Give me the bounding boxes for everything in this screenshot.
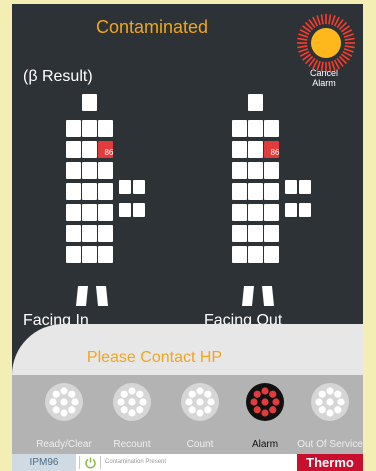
detector-cell (248, 246, 263, 263)
detector-cell (98, 162, 113, 179)
detector-cell (82, 162, 97, 179)
detector-cell (66, 246, 81, 263)
out-of-service-label: Out Of Service (297, 439, 363, 450)
contact-hp-message: Please Contact HP (86, 349, 223, 366)
detector-cell (248, 120, 263, 137)
detector-cell (82, 204, 97, 221)
detector-cell (232, 183, 247, 200)
detector-ring-icon (311, 383, 349, 421)
detector-cell (66, 162, 81, 179)
thermo-logo: Thermo (297, 454, 363, 471)
detector-cell (66, 183, 81, 200)
detector-cell (82, 225, 97, 242)
detector-cell (133, 180, 145, 194)
detector-cell (133, 203, 145, 217)
detector-cell (232, 204, 247, 221)
detector-cell (66, 204, 81, 221)
detector-cell (264, 183, 279, 200)
foot-detector-cell (242, 286, 254, 306)
detector-ring-icon (181, 383, 219, 421)
detector-cell (82, 141, 97, 158)
detector-body-map: 86 86 (66, 94, 311, 306)
status-footer: IPM96 Contamination Present Thermo (12, 454, 363, 471)
foot-detector-cell (262, 286, 274, 306)
detector-cell (98, 204, 113, 221)
detector-cell (232, 141, 247, 158)
ready-clear-label: Ready/Clear (36, 439, 92, 450)
detector-cell (299, 203, 311, 217)
detector-cell (98, 225, 113, 242)
detector-cell (232, 120, 247, 137)
detector-cell (98, 246, 113, 263)
power-icon[interactable] (84, 456, 97, 469)
detector-cell (232, 246, 247, 263)
out-of-service-button[interactable]: Out Of Service (297, 383, 363, 453)
detector-cell (82, 183, 97, 200)
foot-detector-cell (76, 286, 88, 306)
mode-buttons-bar: Ready/Clear Recount Count Alarm Out Of S… (12, 375, 363, 454)
detector-cell (82, 120, 97, 137)
detector-cell (98, 120, 113, 137)
detector-cell (248, 141, 263, 158)
detector-cell (248, 183, 263, 200)
detector-reading: 86 (105, 148, 114, 157)
foot-detector-cell (96, 286, 108, 306)
count-button[interactable]: Count (167, 383, 233, 453)
device-id: IPM96 (12, 454, 76, 471)
detector-cell (264, 246, 279, 263)
detector-cell (285, 180, 297, 194)
footer-divider (79, 456, 80, 469)
detector-cell (299, 180, 311, 194)
detector-cell (82, 246, 97, 263)
detector-cell (119, 180, 131, 194)
footer-divider (100, 456, 101, 469)
detector-cell (264, 120, 279, 137)
detector-ring-icon (113, 383, 151, 421)
status-message: Contamination Present (105, 459, 167, 465)
detector-ring-icon (246, 383, 284, 421)
detector-cell (264, 204, 279, 221)
detector-cell (66, 120, 81, 137)
detector-cell (66, 141, 81, 158)
detector-cell (248, 162, 263, 179)
detector-ring-icon (45, 383, 83, 421)
detector-cell (264, 162, 279, 179)
detector-cell (264, 225, 279, 242)
detector-reading: 86 (271, 148, 280, 157)
detector-cell (285, 203, 297, 217)
facing-in-body-figure: 86 (66, 94, 145, 306)
detector-cell (248, 94, 263, 111)
detector-cell (232, 225, 247, 242)
detector-cell (66, 225, 81, 242)
monitor-window: Contaminated (β Result) Cancel Alarm 86 … (12, 4, 363, 471)
detector-cell (232, 162, 247, 179)
detector-cell (119, 203, 131, 217)
recount-label: Recount (113, 439, 151, 450)
recount-button[interactable]: Recount (99, 383, 165, 453)
detector-cell (82, 94, 97, 111)
facing-out-body-figure: 86 (232, 94, 311, 306)
detector-cell (248, 204, 263, 221)
ready-clear-button[interactable]: Ready/Clear (31, 383, 97, 453)
detector-cell (248, 225, 263, 242)
detector-cell (98, 183, 113, 200)
alarm-button[interactable]: Alarm (232, 383, 298, 453)
